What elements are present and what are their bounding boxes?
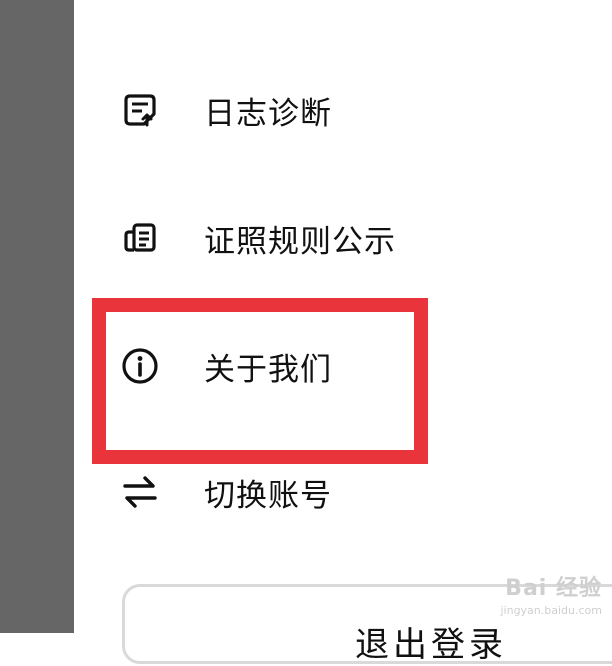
menu-item-about-us[interactable]: 关于我们 — [100, 326, 500, 406]
menu-item-label: 切换账号 — [204, 477, 332, 514]
watermark-main-text: Bai 经验 — [505, 576, 602, 601]
watermark-sub-text: jingyan.baidu.com — [500, 604, 602, 617]
license-doc-icon — [120, 218, 160, 258]
menu-item-license-rules[interactable]: 证照规则公示 — [100, 198, 500, 278]
menu-item-log-diagnosis[interactable]: 日志诊断 — [100, 70, 500, 150]
menu-item-label: 关于我们 — [204, 351, 332, 388]
menu-item-label: 证照规则公示 — [204, 223, 396, 260]
baidu-jingyan-watermark: Bai 经验 jingyan.baidu.com — [500, 570, 602, 617]
info-icon — [120, 346, 160, 386]
logout-label: 退出登录 — [355, 625, 507, 665]
menu-item-switch-account[interactable]: 切换账号 — [100, 452, 500, 532]
swap-arrows-icon — [120, 472, 160, 512]
log-upload-icon — [120, 90, 160, 130]
background-overlay-strip — [0, 0, 74, 633]
menu-item-label: 日志诊断 — [204, 95, 332, 132]
